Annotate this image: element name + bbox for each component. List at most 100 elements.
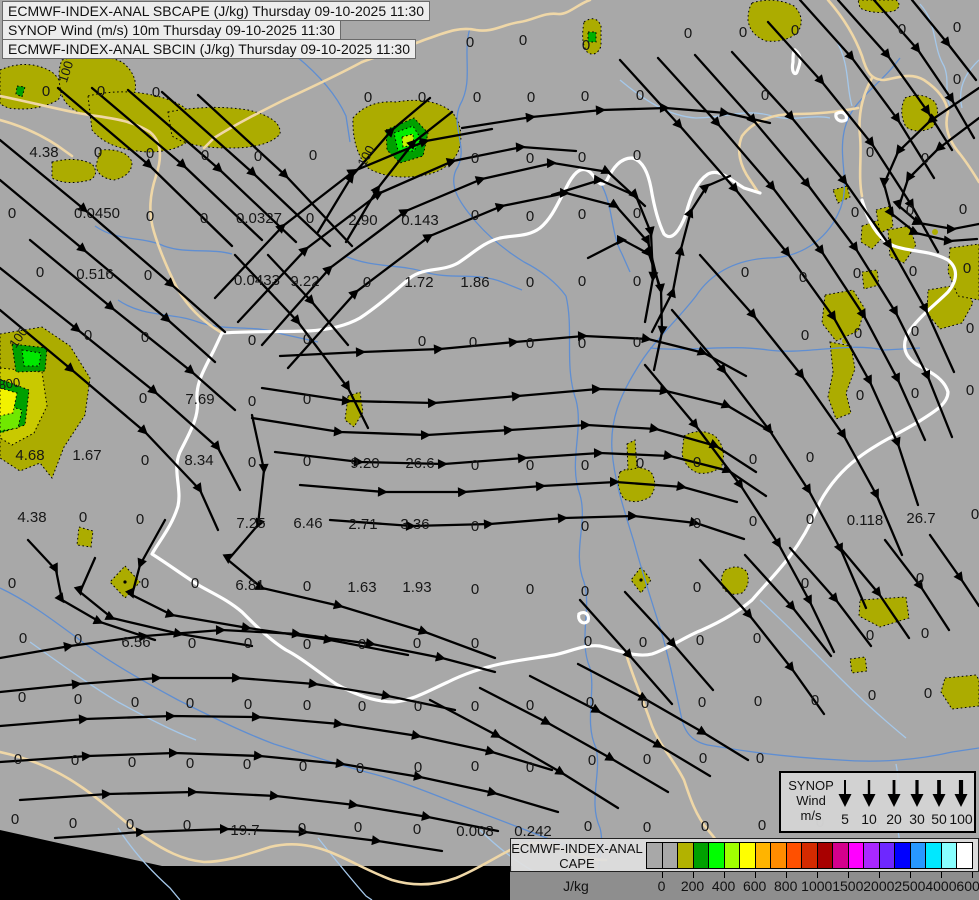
cape-patch bbox=[849, 656, 868, 674]
cape-patch bbox=[344, 391, 364, 428]
map-value-label: 0 bbox=[126, 816, 134, 833]
map-value-label: 3.36 bbox=[400, 516, 429, 533]
map-value-label: 0 bbox=[303, 331, 311, 348]
map-value-label: 0 bbox=[526, 274, 534, 291]
river bbox=[29, 641, 197, 741]
map-value-label: 0 bbox=[693, 515, 701, 532]
map-value-label: 0 bbox=[11, 811, 19, 828]
cape-color-cell bbox=[661, 842, 678, 869]
map-value-label: 8.34 bbox=[184, 452, 213, 469]
map-value-label: 0 bbox=[519, 32, 527, 49]
streamline bbox=[328, 510, 746, 541]
map-value-label: 0 bbox=[306, 210, 314, 227]
map-value-label: 6.46 bbox=[293, 515, 322, 532]
station-dot bbox=[639, 578, 643, 582]
map-value-label: 0 bbox=[639, 634, 647, 651]
map-value-label: 0 bbox=[799, 269, 807, 286]
streamline bbox=[260, 158, 647, 347]
map-value-label: 0 bbox=[963, 260, 971, 277]
map-value-label: 0 bbox=[471, 758, 479, 775]
map-value-label: 0 bbox=[414, 759, 422, 776]
map-value-label: 0.008 bbox=[456, 823, 494, 840]
streamline bbox=[528, 674, 712, 778]
map-value-label: 4.38 bbox=[29, 144, 58, 161]
map-value-label: 0 bbox=[953, 71, 961, 88]
map-value-label: 0 bbox=[911, 385, 919, 402]
map-value-label: 0 bbox=[966, 320, 974, 337]
map-value-label: 0 bbox=[473, 89, 481, 106]
cape-color-cell bbox=[754, 842, 771, 869]
map-value-label: 0 bbox=[633, 205, 641, 222]
map-edge-mask bbox=[0, 830, 512, 900]
map-value-label: 0 bbox=[243, 756, 251, 773]
map-header: ECMWF-INDEX-ANAL SBCAPE (J/kg) Thursday … bbox=[2, 1, 431, 59]
cape-color-cell bbox=[956, 842, 973, 869]
cape-color-cell bbox=[677, 842, 694, 869]
map-value-label: 0 bbox=[8, 205, 16, 222]
map-value-label: 0 bbox=[633, 147, 641, 164]
cape-color-cell bbox=[863, 842, 880, 869]
map-value-label: 0 bbox=[71, 752, 79, 769]
map-value-label: 0 bbox=[139, 390, 147, 407]
cape-color-cell bbox=[785, 842, 802, 869]
map-value-label: 0 bbox=[471, 635, 479, 652]
cape-color-cell bbox=[708, 842, 725, 869]
map-value-label: 0 bbox=[201, 147, 209, 164]
map-value-label: 0 bbox=[641, 695, 649, 712]
weather-map: 0 0 0 0 0 0 0 0 0 0 0 0 0 0 0 0 0 0 0 0 0 0 0 0 0 0 0 0 0 0 0 0 0 0 0 0 0 0 0 0… bbox=[0, 0, 979, 900]
map-value-label: 0 bbox=[959, 201, 967, 218]
map-value-label: 0.143 bbox=[401, 212, 439, 229]
map-value-label: 0 bbox=[364, 89, 372, 106]
map-value-label: 0 bbox=[84, 327, 92, 344]
border-white bbox=[577, 610, 591, 625]
map-value-label: 0 bbox=[469, 334, 477, 351]
map-value-label: 0 bbox=[761, 87, 769, 104]
cape-color-cell bbox=[894, 842, 911, 869]
map-value-label: 0 bbox=[898, 21, 906, 38]
map-value-label: 0 bbox=[801, 575, 809, 592]
streamline bbox=[26, 538, 157, 642]
streamline bbox=[928, 533, 979, 608]
map-value-label: 0 bbox=[581, 583, 589, 600]
map-value-label: 0 bbox=[471, 581, 479, 598]
map-value-label: 0 bbox=[921, 150, 929, 167]
map-value-label: 0 bbox=[303, 636, 311, 653]
map-value-label: 0 bbox=[526, 150, 534, 167]
map-value-label: 0.0327 bbox=[236, 210, 282, 227]
map-value-label: 0 bbox=[413, 635, 421, 652]
map-value-label: 0 bbox=[526, 697, 534, 714]
map-value-label: 26.7 bbox=[906, 510, 935, 527]
map-value-label: 0 bbox=[191, 575, 199, 592]
map-value-label: 0 bbox=[131, 694, 139, 711]
map-value-label: 0 bbox=[588, 752, 596, 769]
map-value-label: 0 bbox=[911, 323, 919, 340]
station-dot bbox=[123, 580, 127, 584]
map-value-label: 0 bbox=[801, 327, 809, 344]
river bbox=[713, 745, 979, 762]
cape-color-cell bbox=[692, 842, 709, 869]
river bbox=[959, 59, 979, 109]
map-value-label: 6.56 bbox=[121, 634, 150, 651]
map-value-label: 0 bbox=[856, 387, 864, 404]
map-value-label: 0 bbox=[354, 819, 362, 836]
synop-legend-title: SYNOP Wind m/s bbox=[783, 778, 839, 823]
map-value-label: 0 bbox=[14, 751, 22, 768]
cape-patch bbox=[832, 185, 851, 204]
synop-wind-legend: SYNOP Wind m/s 5 10 20 30 50 100 bbox=[779, 771, 976, 833]
map-value-label: 0 bbox=[526, 581, 534, 598]
map-value-label: 0 bbox=[633, 273, 641, 290]
map-value-label: 0 bbox=[953, 19, 961, 36]
map-value-label: 7.69 bbox=[185, 391, 214, 408]
map-value-label: 0 bbox=[144, 267, 152, 284]
map-value-label: 0 bbox=[471, 457, 479, 474]
cape-color-cell bbox=[801, 842, 818, 869]
map-value-label: 1.72 bbox=[404, 274, 433, 291]
cape-patch bbox=[940, 674, 979, 710]
streamline bbox=[478, 686, 670, 794]
map-value-label: 0 bbox=[299, 758, 307, 775]
cape-color-cell bbox=[847, 842, 864, 869]
map-value-label: 0 bbox=[356, 760, 364, 777]
map-value-label: 0 bbox=[758, 817, 766, 834]
map-value-label: 0 bbox=[586, 694, 594, 711]
cape-color-cell bbox=[832, 842, 849, 869]
